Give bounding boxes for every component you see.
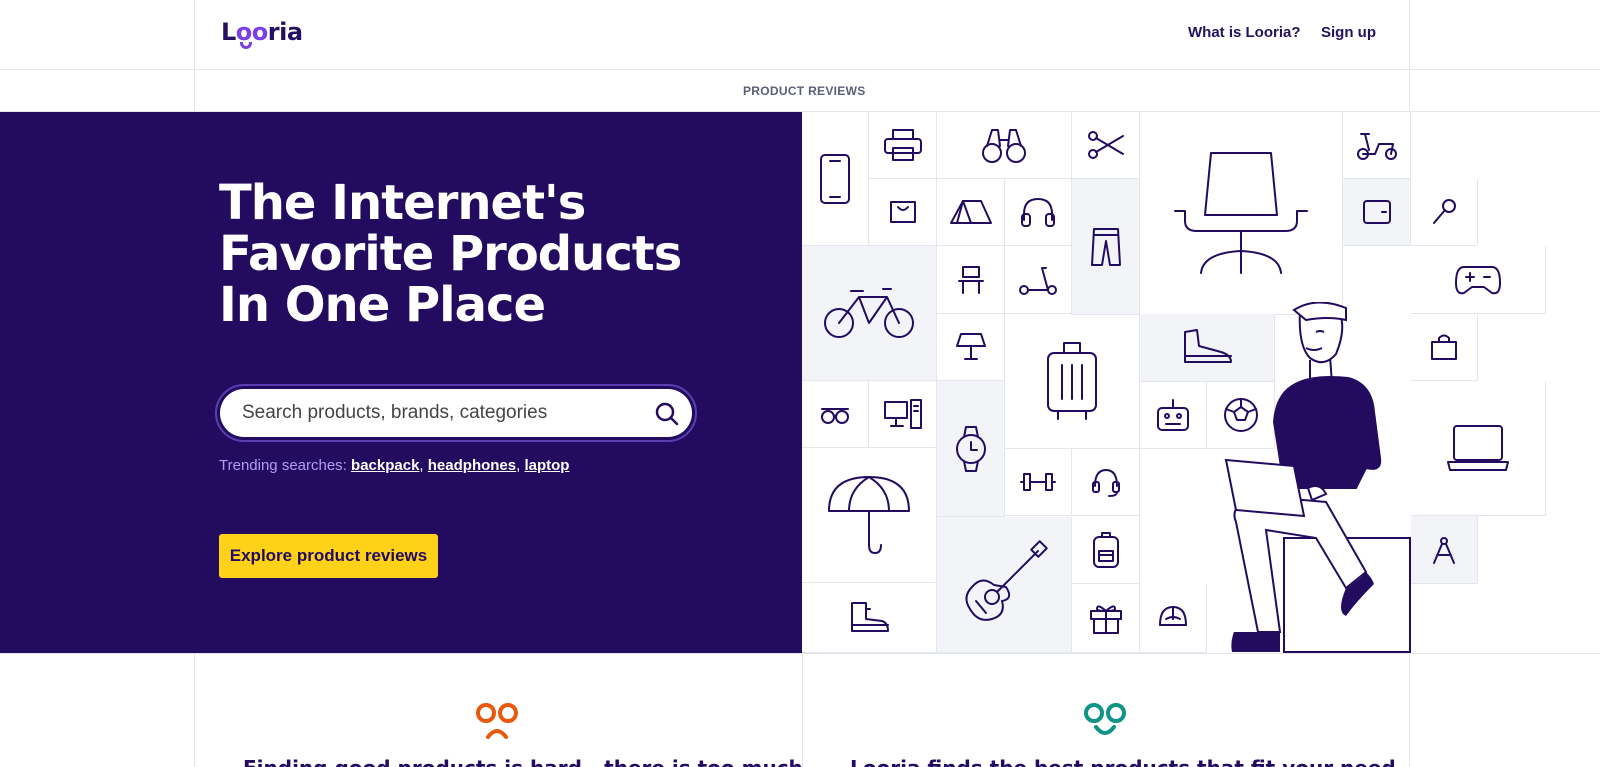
hero-title: The Internet's Favorite Products In One …	[219, 175, 682, 333]
printer-icon	[883, 129, 922, 161]
tile-lamp	[937, 314, 1005, 381]
happy-face-icon	[1084, 703, 1126, 735]
tile-printer	[869, 112, 937, 179]
sad-face-icon	[476, 703, 518, 739]
explore-reviews-button[interactable]: Explore product reviews	[219, 534, 438, 578]
nav-what-is-looria[interactable]: What is Looria?	[1188, 24, 1301, 41]
tile-tent	[937, 179, 1005, 246]
problem-statement: Finding good products is hard - there is…	[243, 756, 803, 767]
laptop-icon	[1447, 425, 1509, 471]
search-icon[interactable]	[654, 401, 680, 427]
tile-desktop	[869, 381, 937, 448]
gift-icon	[1089, 605, 1122, 634]
phone-icon	[820, 153, 850, 204]
tile-dumbbell	[1005, 449, 1072, 516]
scissors-icon	[1087, 131, 1124, 159]
nav-sign-up[interactable]: Sign up	[1321, 24, 1376, 41]
tile-suitcase	[1005, 314, 1140, 449]
dumbbell-icon	[1020, 473, 1056, 491]
tile-stool	[937, 246, 1005, 314]
trending-link-laptop[interactable]: laptop	[524, 457, 569, 474]
tile-chair	[1140, 112, 1343, 315]
tent-icon	[949, 200, 992, 224]
tile-bicycle	[802, 246, 937, 381]
radio-icon	[1157, 399, 1189, 431]
stool-icon	[957, 265, 984, 294]
logo-smile-icon	[240, 42, 252, 49]
tile-watch	[937, 381, 1005, 517]
tile-pants	[1072, 179, 1140, 315]
trending-searches: Trending searches: backpack, headphones,…	[219, 457, 570, 474]
tile-wallet	[1343, 179, 1411, 246]
tile-binoculars	[937, 112, 1072, 179]
chair-icon	[1174, 152, 1308, 274]
tile-bag	[869, 179, 937, 246]
headphones-icon	[1021, 198, 1055, 227]
site-header: Looria What is Looria? Sign up	[0, 0, 1600, 70]
tile-gift	[1072, 584, 1140, 653]
boot-icon	[851, 601, 889, 632]
product-reviews-link[interactable]: PRODUCT REVIEWS	[743, 84, 866, 98]
search-box	[220, 389, 692, 437]
scooter-icon	[1356, 133, 1397, 160]
umbrella-icon	[828, 476, 910, 554]
search-bar	[215, 384, 697, 442]
trending-link-headphones[interactable]: headphones	[428, 457, 516, 474]
tile-scissors	[1072, 112, 1140, 179]
suitcase-icon	[1047, 342, 1097, 420]
gamepad-icon	[1455, 265, 1501, 294]
tile-boot	[802, 583, 937, 653]
watch-icon	[955, 425, 986, 472]
category-subbar: PRODUCT REVIEWS	[0, 70, 1600, 112]
tile-backpack	[1072, 516, 1140, 584]
cap-icon	[1159, 606, 1187, 626]
guitar-icon	[965, 539, 1048, 621]
tile-headphones	[1005, 179, 1072, 246]
headset-icon	[1091, 469, 1120, 497]
backpack-icon	[1092, 531, 1119, 568]
trending-link-backpack[interactable]: backpack	[351, 457, 419, 474]
tile-kick-scooter	[1005, 246, 1072, 314]
tile-umbrella	[802, 448, 937, 583]
microphone-icon	[1433, 199, 1456, 224]
desktop-icon	[883, 399, 922, 429]
pants-icon	[1090, 227, 1121, 266]
tile-glasses	[802, 381, 869, 448]
tile-headset	[1072, 449, 1140, 516]
bag-icon	[889, 201, 916, 223]
wallet-icon	[1362, 200, 1391, 224]
tile-microphone	[1411, 179, 1478, 246]
lamp-icon	[955, 333, 986, 360]
solution-statement: Looria finds the best products that fit …	[850, 756, 1396, 767]
person-with-laptop-illustration	[1224, 302, 1411, 653]
tile-phone	[802, 112, 869, 246]
search-input[interactable]	[242, 389, 642, 437]
tile-scooter	[1343, 112, 1411, 179]
kick-scooter-icon	[1019, 266, 1057, 295]
trending-prefix: Trending searches:	[219, 457, 347, 474]
tile-guitar	[937, 517, 1072, 653]
glasses-icon	[821, 408, 849, 424]
binoculars-icon	[982, 129, 1026, 163]
bicycle-icon	[824, 288, 914, 338]
looria-logo[interactable]: Looria	[221, 18, 303, 46]
hero-illustration	[802, 112, 1600, 653]
